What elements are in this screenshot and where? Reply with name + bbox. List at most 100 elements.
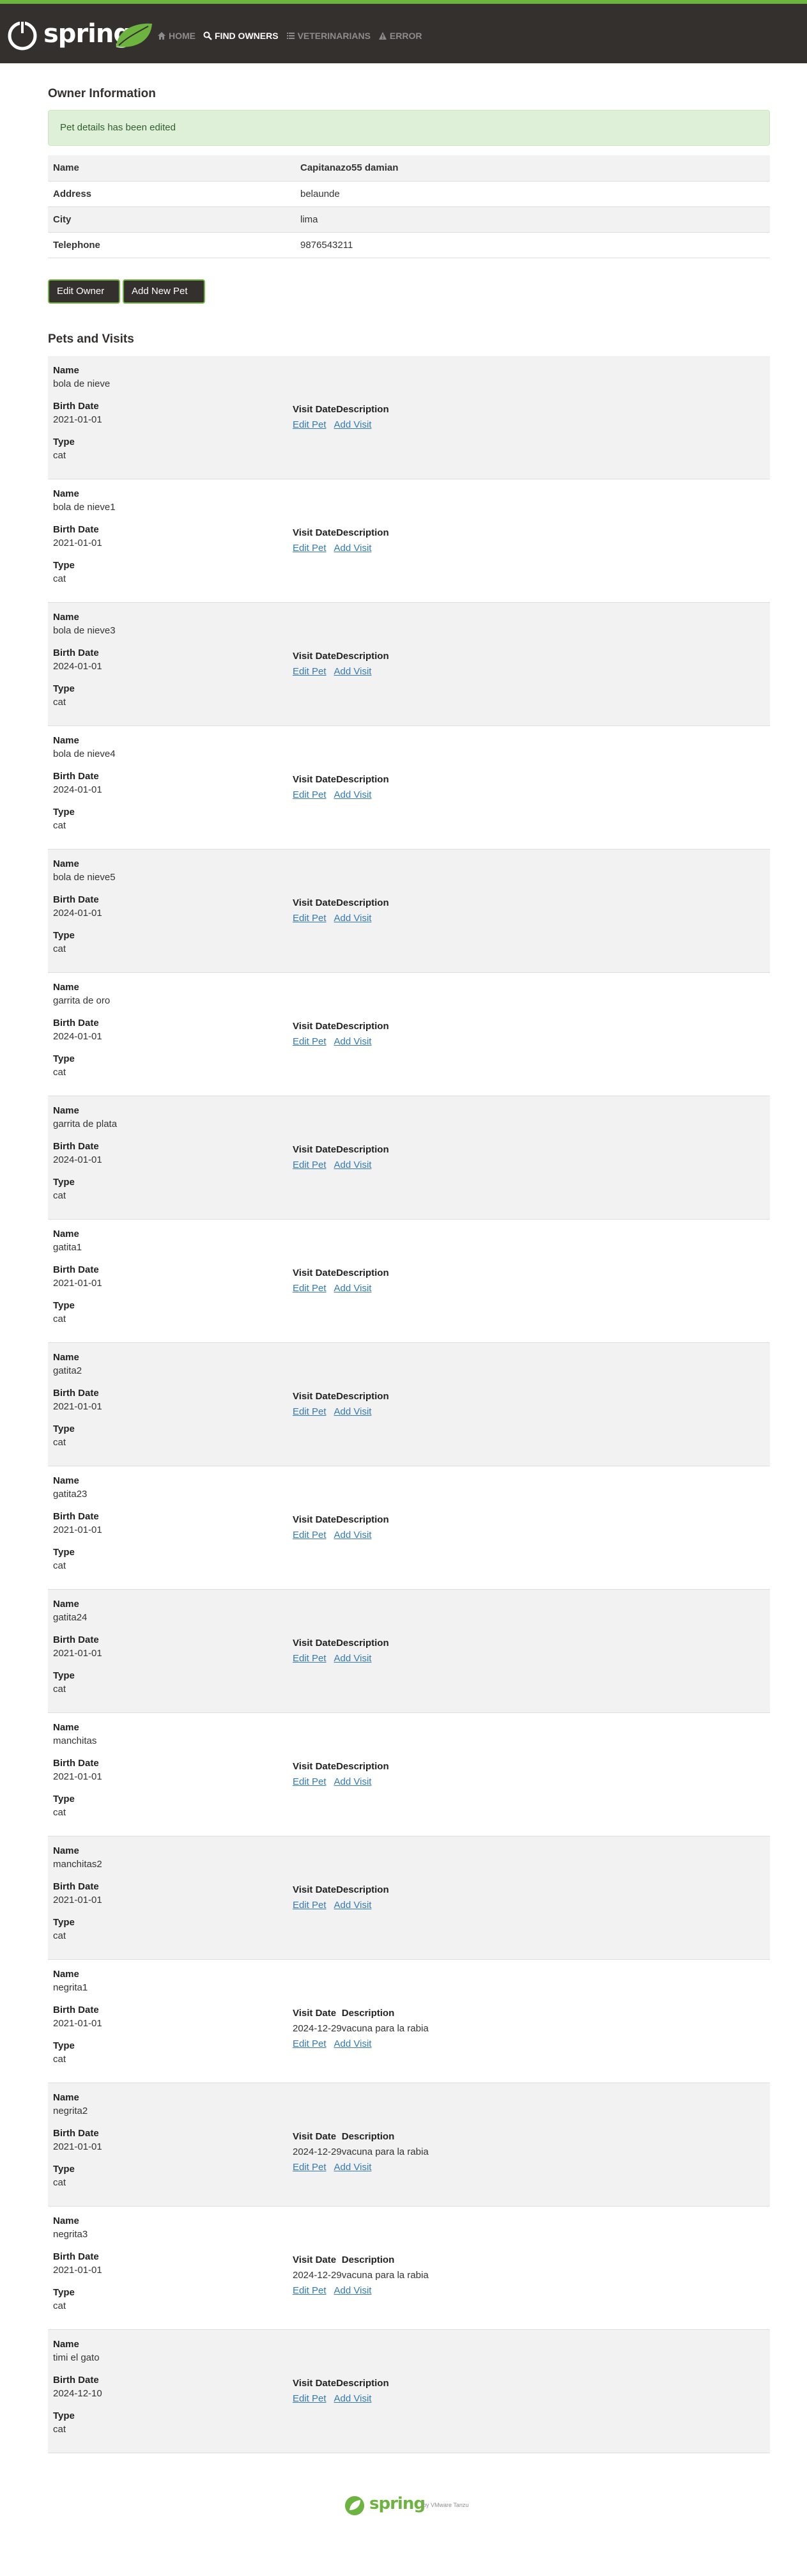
add-visit-link[interactable]: Add Visit: [334, 543, 372, 554]
add-new-pet-button[interactable]: Add New Pet: [123, 279, 205, 304]
visit-description-header: Description: [336, 1144, 389, 1155]
pet-details: Name gatita2 Birth Date 2021-01-01 Type …: [53, 1351, 102, 1458]
visits-table: Visit Date Description Edit Pet Add Visit: [293, 1265, 389, 1296]
nav-find-owners[interactable]: FIND OWNERS: [203, 31, 279, 41]
pet-birth-label: Birth Date: [53, 2005, 99, 2015]
add-visit-link[interactable]: Add Visit: [334, 1283, 372, 1294]
owner-table: Name Capitanazo55 damian Address belaund…: [48, 155, 770, 258]
pet-type: cat: [53, 2424, 66, 2435]
pet-type-label: Type: [53, 560, 75, 571]
visit-row: 2024-12-29 vacuna para la rabia: [293, 2267, 429, 2283]
edit-pet-link[interactable]: Edit Pet: [293, 1900, 327, 1911]
add-visit-link[interactable]: Add Visit: [334, 789, 372, 800]
pet-type: cat: [53, 2177, 66, 2188]
pet-birth-date: 2024-01-01: [53, 908, 102, 919]
visit-date-header: Visit Date: [293, 1760, 337, 1772]
owner-value: lima: [300, 213, 318, 225]
nav-home[interactable]: HOME: [157, 31, 196, 41]
visits-table: Visit Date Description 2024-12-29 vacuna…: [293, 2129, 429, 2175]
nav-veterinarians[interactable]: VETERINARIANS: [286, 31, 371, 41]
pet-name-label: Name: [53, 1845, 79, 1856]
edit-pet-link[interactable]: Edit Pet: [293, 2285, 327, 2296]
pet-row: Name gatita1 Birth Date 2021-01-01 Type …: [48, 1220, 770, 1343]
pet-type-label: Type: [53, 2287, 75, 2298]
add-visit-link[interactable]: Add Visit: [334, 913, 372, 924]
visits-table: Visit Date Description Edit Pet Add Visit: [293, 1388, 389, 1419]
visit-description-header: Description: [336, 1390, 389, 1402]
nav-home-label: HOME: [169, 31, 196, 41]
visit-description-header: Description: [336, 1020, 389, 1032]
edit-pet-link[interactable]: Edit Pet: [293, 1036, 327, 1047]
add-visit-link[interactable]: Add Visit: [334, 1530, 372, 1540]
edit-pet-link[interactable]: Edit Pet: [293, 913, 327, 924]
edit-pet-link[interactable]: Edit Pet: [293, 2038, 327, 2049]
pet-birth-label: Birth Date: [53, 1264, 99, 1275]
owner-row-name: Name Capitanazo55 damian: [48, 155, 770, 181]
owner-row-address: Address belaunde: [48, 181, 770, 206]
pets-heading: Pets and Visits: [48, 332, 134, 346]
pet-actions: Edit Pet Add Visit: [293, 540, 389, 555]
pet-name: gatita23: [53, 1489, 88, 1500]
add-visit-link[interactable]: Add Visit: [334, 2038, 372, 2049]
pet-row: Name bola de nieve Birth Date 2021-01-01…: [48, 356, 770, 479]
add-visit-link[interactable]: Add Visit: [334, 666, 372, 677]
add-visit-link[interactable]: Add Visit: [334, 2285, 372, 2296]
edit-pet-link[interactable]: Edit Pet: [293, 1653, 327, 1664]
edit-pet-link[interactable]: Edit Pet: [293, 2393, 327, 2404]
pet-type: cat: [53, 1067, 66, 1078]
edit-pet-link[interactable]: Edit Pet: [293, 543, 327, 554]
visits-header: Visit Date Description: [293, 1388, 389, 1404]
visit-description: vacuna para la rabia: [341, 2022, 429, 2034]
spring-logo[interactable]: spring: [6, 18, 155, 54]
edit-pet-link[interactable]: Edit Pet: [293, 1160, 327, 1170]
pet-row: Name manchitas Birth Date 2021-01-01 Typ…: [48, 1713, 770, 1836]
edit-pet-link[interactable]: Edit Pet: [293, 2162, 327, 2173]
edit-owner-button[interactable]: Edit Owner: [48, 279, 120, 304]
pet-type-label: Type: [53, 1794, 75, 1804]
visits-table: Visit Date Description Edit Pet Add Visit: [293, 895, 389, 926]
add-visit-link[interactable]: Add Visit: [334, 1160, 372, 1170]
footer-logo: spring by VMware Tanzu: [344, 2492, 472, 2520]
visits-table: Visit Date Description Edit Pet Add Visit: [293, 1512, 389, 1542]
pet-birth-date: 2021-01-01: [53, 2018, 102, 2029]
edit-pet-link[interactable]: Edit Pet: [293, 1406, 327, 1417]
edit-pet-link[interactable]: Edit Pet: [293, 789, 327, 800]
pet-actions: Edit Pet Add Visit: [293, 1157, 389, 1172]
edit-pet-link[interactable]: Edit Pet: [293, 666, 327, 677]
visits-table: Visit Date Description Edit Pet Add Visit: [293, 1142, 389, 1172]
pet-row: Name manchitas2 Birth Date 2021-01-01 Ty…: [48, 1836, 770, 1960]
pet-row: Name negrita2 Birth Date 2021-01-01 Type…: [48, 2083, 770, 2207]
add-visit-link[interactable]: Add Visit: [334, 419, 372, 430]
pet-type: cat: [53, 1314, 66, 1324]
spring-leaf-icon: [345, 2496, 364, 2515]
nav-error[interactable]: ERROR: [378, 31, 422, 41]
visits-header: Visit Date Description: [293, 2252, 429, 2267]
edit-pet-link[interactable]: Edit Pet: [293, 419, 327, 430]
add-visit-link[interactable]: Add Visit: [334, 1036, 372, 1047]
pet-row: Name bola de nieve3 Birth Date 2024-01-0…: [48, 603, 770, 726]
visit-description-header: Description: [341, 2254, 395, 2265]
power-icon: [8, 20, 37, 50]
pet-birth-date: 2024-01-01: [53, 1154, 102, 1165]
visits-header: Visit Date Description: [293, 525, 389, 540]
pet-name-label: Name: [53, 982, 79, 993]
add-visit-link[interactable]: Add Visit: [334, 1900, 372, 1911]
add-visit-link[interactable]: Add Visit: [334, 2393, 372, 2404]
visit-description-header: Description: [336, 1637, 389, 1649]
pet-row: Name garrita de plata Birth Date 2024-01…: [48, 1096, 770, 1220]
pet-birth-date: 2021-01-01: [53, 1648, 102, 1659]
pet-name: manchitas2: [53, 1859, 102, 1870]
pets-list: Name bola de nieve Birth Date 2021-01-01…: [48, 356, 770, 2453]
add-visit-link[interactable]: Add Visit: [334, 1406, 372, 1417]
add-visit-link[interactable]: Add Visit: [334, 2162, 372, 2173]
add-visit-link[interactable]: Add Visit: [334, 1776, 372, 1787]
edit-pet-link[interactable]: Edit Pet: [293, 1530, 327, 1540]
pet-type-label: Type: [53, 1177, 75, 1188]
edit-pet-link[interactable]: Edit Pet: [293, 1283, 327, 1294]
add-visit-link[interactable]: Add Visit: [334, 1653, 372, 1664]
visit-description-header: Description: [336, 773, 389, 785]
pet-details: Name bola de nieve Birth Date 2021-01-01…: [53, 364, 110, 471]
pet-actions: Edit Pet Add Visit: [293, 1280, 389, 1296]
edit-pet-link[interactable]: Edit Pet: [293, 1776, 327, 1787]
pet-name-label: Name: [53, 2339, 79, 2350]
